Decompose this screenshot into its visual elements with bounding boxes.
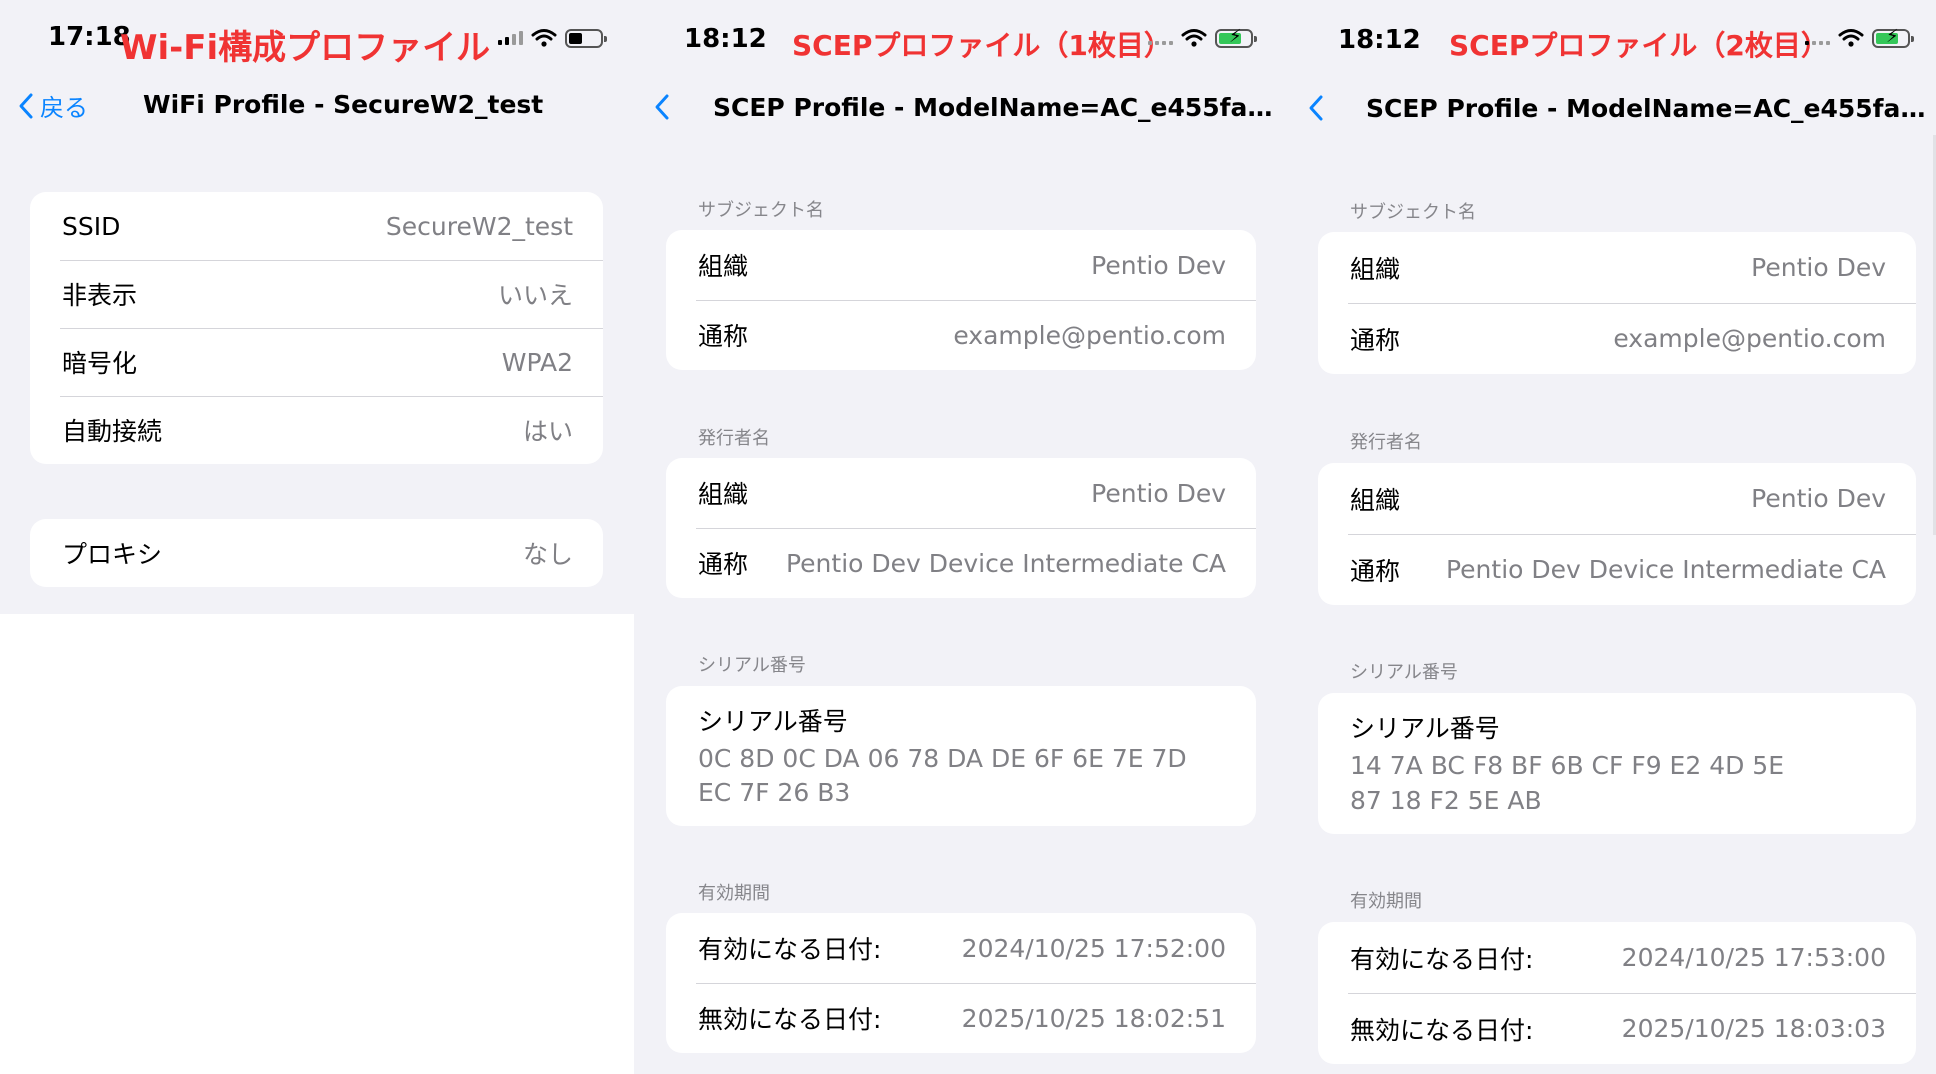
back-button[interactable] [654,93,670,121]
list-item-proxy: プロキシ なし [62,540,573,569]
validity-group: 有効になる日付: 2024/10/25 17:52:00 無効になる日付: 20… [666,913,1256,1053]
status-time: 17:18 [48,22,131,52]
list-item-organization: 組織 Pentio Dev [1350,484,1886,515]
caption-label: Wi-Fi構成プロファイル [120,28,491,68]
back-button[interactable] [1308,94,1324,122]
status-icons [498,28,607,48]
wifi-settings-group: SSID SecureW2_test 非表示 いいえ 暗号化 WPA2 自動接続… [30,192,603,464]
cellular-signal-icon [1805,31,1830,45]
list-item-organization: 組織 Pentio Dev [1350,253,1886,284]
section-header-validity: 有効期間 [1350,891,1422,912]
list-item-serial-number: シリアル番号 0C 8D 0C DA 06 78 DA DE 6F 6E 7E … [698,706,1187,808]
list-item-auto-join: 自動接続 はい [30,396,603,464]
battery-charging-icon: ⚡ [1872,27,1914,48]
cellular-signal-icon [498,31,523,45]
list-item-common-name: 通称 example@pentio.com [666,300,1256,370]
chevron-left-icon [1309,95,1323,121]
list-item-ssid: SSID SecureW2_test [62,211,573,241]
chevron-left-icon [655,94,669,120]
list-item-organization: 組織 Pentio Dev [698,478,1226,510]
validity-group: 有効になる日付: 2024/10/25 17:53:00 無効になる日付: 20… [1318,922,1916,1064]
wifi-profile-panel: 17:18 Wi-Fi構成プロファイル 戻る WiFi Profile - Se… [0,0,634,1074]
status-icons: ⚡ [1148,27,1257,48]
section-header-validity: 有効期間 [698,883,770,904]
list-item-valid-from: 有効になる日付: 2024/10/25 17:53:00 [1350,943,1886,974]
subject-group: 組織 Pentio Dev 通称 example@pentio.com [1318,232,1916,374]
back-label: 戻る [40,94,88,122]
scep-profile-panel-1: 18:12 SCEPプロファイル（1枚目） ⚡ SCEP Profile - M… [634,0,1287,1074]
page-title: WiFi Profile - SecureW2_test [143,90,544,119]
list-item-organization: 組織 Pentio Dev [698,250,1226,282]
chevron-left-icon [19,93,33,118]
list-item-valid-from: 有効になる日付: 2024/10/25 17:52:00 [698,933,1226,965]
page-title: SCEP Profile - ModelName=AC_e455fae... [1366,94,1928,123]
wifi-icon [1838,29,1864,47]
list-item-common-name: 通称 example@pentio.com [1318,303,1916,374]
section-header-issuer: 発行者名 [698,428,770,449]
list-item-valid-until: 無効になる日付: 2025/10/25 18:02:51 [666,983,1256,1053]
section-header-subject: サブジェクト名 [1350,202,1476,223]
status-icons: ⚡ [1805,27,1914,48]
back-button[interactable]: 戻る [18,88,88,123]
section-header-serial: シリアル番号 [698,655,806,676]
serial-group: シリアル番号 0C 8D 0C DA 06 78 DA DE 6F 6E 7E … [666,686,1256,826]
caption-label: SCEPプロファイル（2枚目） [1449,29,1829,62]
battery-charging-icon: ⚡ [1215,27,1257,48]
serial-group: シリアル番号 14 7A BC F8 BF 6B CF F9 E2 4D 5E … [1318,693,1916,834]
list-item-encryption: 暗号化 WPA2 [30,328,603,396]
proxy-group: プロキシ なし [30,519,603,587]
list-item-common-name: 通称 Pentio Dev Device Intermediate CA [1318,534,1916,605]
page-title: SCEP Profile - ModelName=AC_e455fae... [713,93,1273,122]
list-item-serial-number: シリアル番号 14 7A BC F8 BF 6B CF F9 E2 4D 5E … [1350,714,1785,815]
cellular-signal-icon [1148,31,1173,45]
scep-profile-panel-2: 18:12 SCEPプロファイル（2枚目） ⚡ SCEP Profile - M… [1287,0,1936,1074]
issuer-group: 組織 Pentio Dev 通称 Pentio Dev Device Inter… [1318,463,1916,605]
section-header-serial: シリアル番号 [1350,662,1458,683]
issuer-group: 組織 Pentio Dev 通称 Pentio Dev Device Inter… [666,458,1256,598]
wifi-icon [1181,29,1207,47]
section-header-issuer: 発行者名 [1350,432,1422,453]
subject-group: 組織 Pentio Dev 通称 example@pentio.com [666,230,1256,370]
battery-icon [565,28,607,48]
list-item-common-name: 通称 Pentio Dev Device Intermediate CA [666,528,1256,598]
list-item-valid-until: 無効になる日付: 2025/10/25 18:03:03 [1318,993,1916,1064]
section-header-subject: サブジェクト名 [698,200,824,221]
status-time: 18:12 [1338,25,1421,55]
wifi-icon [531,29,557,47]
status-time: 18:12 [684,24,767,54]
caption-label: SCEPプロファイル（1枚目） [792,29,1172,62]
list-item-hidden: 非表示 いいえ [30,260,603,328]
